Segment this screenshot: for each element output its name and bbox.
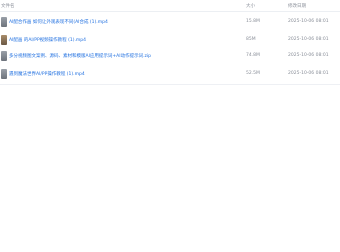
file-size: 15.8M [246, 19, 260, 24]
table-row[interactable]: 遇到魔法世界AI/PP操作教程 (1).mp4 52.5M 2025-10-06… [0, 64, 340, 85]
column-header-name[interactable]: 文件名 [1, 3, 15, 9]
column-header-date[interactable]: 修改日期 [288, 3, 306, 9]
file-name-link[interactable]: 多分视频图文案例、源码、素材和模版AI应用提示词+AI动作提示词.zip [9, 53, 151, 59]
table-header: 文件名 大小 修改日期 [0, 0, 340, 12]
file-name-link[interactable]: 遇到魔法世界AI/PP操作教程 (1).mp4 [9, 71, 85, 77]
file-size: 74.8M [246, 53, 260, 58]
column-header-size[interactable]: 大小 [246, 3, 255, 9]
file-name-link[interactable]: AI配合作画 如何让外观表现不同(AI合成 (1).mp4 [9, 19, 108, 25]
file-name-link[interactable]: AI配画 的AI/PP视频操作教程 (1).mp4 [9, 37, 86, 43]
file-thumbnail [1, 35, 7, 45]
file-date: 2025-10-06 08:01 [288, 71, 329, 76]
file-date: 2025-10-06 08:01 [288, 19, 329, 24]
file-size: 52.5M [246, 71, 260, 76]
file-date: 2025-10-06 08:01 [288, 37, 329, 42]
file-table: 文件名 大小 修改日期 AI配合作画 如何让外观表现不同(AI合成 (1).mp… [0, 0, 340, 252]
file-thumbnail [1, 69, 7, 79]
file-size: 85M [246, 37, 256, 42]
file-thumbnail [1, 51, 7, 61]
file-thumbnail [1, 17, 7, 27]
file-date: 2025-10-06 08:01 [288, 53, 329, 58]
